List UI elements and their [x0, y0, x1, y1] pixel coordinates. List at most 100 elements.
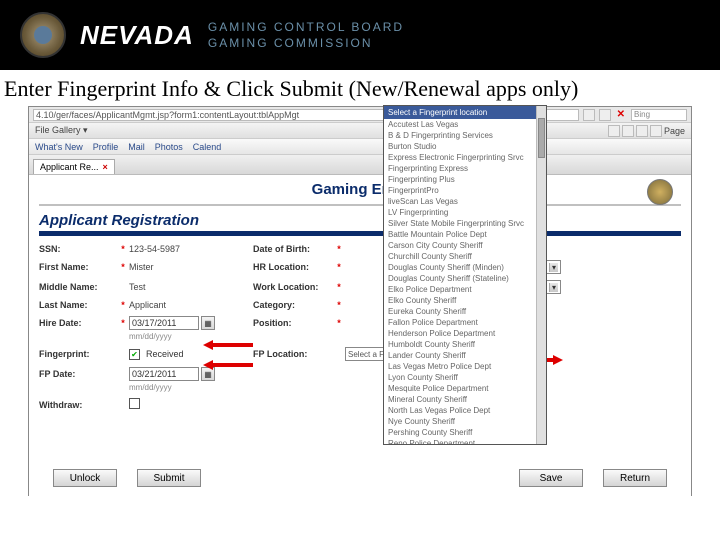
fpdate-label: FP Date:: [39, 369, 117, 379]
dropdown-item[interactable]: Reno Police Department: [384, 438, 546, 445]
page-tools[interactable]: Page: [664, 126, 685, 136]
dropdown-item[interactable]: Silver State Mobile Fingerprinting Srvc: [384, 218, 546, 229]
dropdown-item[interactable]: Douglas County Sheriff (Minden): [384, 262, 546, 273]
fp-date-field[interactable]: 03/21/2011: [129, 367, 199, 381]
search-engine-field[interactable]: Bing: [631, 109, 687, 121]
banner-nevada: NEVADA: [80, 20, 194, 51]
callout-arrow-left-1: [203, 340, 253, 350]
work-label: Work Location:: [253, 282, 333, 292]
dropdown-scrollbar[interactable]: [536, 106, 546, 444]
last-value: Applicant: [129, 300, 229, 310]
submit-button[interactable]: Submit: [137, 469, 201, 487]
nevada-badge-icon: [20, 12, 66, 58]
first-label: First Name:: [39, 262, 117, 272]
registration-form: SSN: * 123-54-5987 Date of Birth: * A110…: [39, 244, 681, 411]
dropdown-item[interactable]: Mesquite Police Department: [384, 383, 546, 394]
middle-value: Test: [129, 282, 229, 292]
dropdown-item[interactable]: Carson City County Sheriff: [384, 240, 546, 251]
first-value: Mister: [129, 262, 229, 272]
fp-location-label: FP Location:: [253, 349, 333, 359]
dropdown-item[interactable]: Lyon County Sheriff: [384, 372, 546, 383]
menu-file[interactable]: File Gallery ▾: [35, 125, 88, 136]
action-button-bar: Unlock Submit Save Return: [29, 469, 691, 487]
close-icon[interactable]: ×: [103, 162, 108, 172]
slide-banner: NEVADA GAMING CONTROL BOARD GAMING COMMI…: [0, 0, 720, 70]
toolbar-item[interactable]: Profile: [93, 142, 119, 152]
toolbar-item[interactable]: Mail: [128, 142, 145, 152]
dropdown-item[interactable]: liveScan Las Vegas: [384, 196, 546, 207]
position-label: Position:: [253, 318, 333, 328]
section-divider: [39, 231, 681, 236]
calendar-icon[interactable]: ▦: [201, 316, 215, 330]
mail-icon[interactable]: [636, 125, 648, 137]
dropdown-item[interactable]: Churchill County Sheriff: [384, 251, 546, 262]
dropdown-item[interactable]: Humboldt County Sheriff: [384, 339, 546, 350]
hire-label: Hire Date:: [39, 318, 117, 328]
date-hint: mm/dd/yyyy: [129, 383, 229, 392]
dropdown-item[interactable]: Battle Mountain Police Dept: [384, 229, 546, 240]
stop-icon[interactable]: ✕: [615, 109, 627, 120]
feed-icon[interactable]: [622, 125, 634, 137]
refresh-icon[interactable]: [583, 109, 595, 121]
dropdown-item[interactable]: FingerprintPro: [384, 185, 546, 196]
page-title: Enter Fingerprint Info & Click Submit (N…: [0, 70, 720, 106]
browser-menu-bar: File Gallery ▾ Page: [29, 123, 691, 139]
dropdown-item[interactable]: Mineral County Sheriff: [384, 394, 546, 405]
toolbar-item[interactable]: Photos: [155, 142, 183, 152]
state-seal-icon: [647, 179, 673, 205]
browser-url-bar: 4.10/ger/faces/ApplicantMgmt.jsp?form1:c…: [29, 107, 691, 123]
dropdown-item[interactable]: Lander County Sheriff: [384, 350, 546, 361]
home-icon[interactable]: [608, 125, 620, 137]
received-cell: ✔ Received: [129, 349, 229, 360]
ssn-value: 123-54-5987: [129, 244, 229, 254]
fp-label: Fingerprint:: [39, 349, 117, 359]
dropdown-item[interactable]: B & D Fingerprinting Services: [384, 130, 546, 141]
dropdown-item[interactable]: Fingerprinting Express: [384, 163, 546, 174]
save-button[interactable]: Save: [519, 469, 583, 487]
dropdown-item[interactable]: Pershing County Sheriff: [384, 427, 546, 438]
dropdown-item[interactable]: Fallon Police Department: [384, 317, 546, 328]
app-content: Gaming Empl Applicant Registration SSN: …: [29, 175, 691, 497]
withdraw-label: Withdraw:: [39, 400, 117, 410]
header-divider: [39, 204, 681, 206]
print-icon[interactable]: [650, 125, 662, 137]
withdraw-checkbox[interactable]: [129, 398, 140, 409]
received-label: Received: [146, 349, 184, 359]
site-toolbar: What's New Profile Mail Photos Calend: [29, 139, 691, 155]
dropdown-item[interactable]: Nye County Sheriff: [384, 416, 546, 427]
browser-tab[interactable]: Applicant Re... ×: [33, 159, 115, 174]
dropdown-item[interactable]: Express Electronic Fingerprinting Srvc: [384, 152, 546, 163]
toolbar-item[interactable]: Calend: [193, 142, 222, 152]
banner-line2: GAMING COMMISSION: [208, 36, 404, 50]
browser-tab-row: Applicant Re... ×: [29, 155, 691, 175]
fp-location-dropdown[interactable]: Select a Fingerprint location Accutest L…: [383, 105, 547, 445]
dropdown-item[interactable]: Elko Police Department: [384, 284, 546, 295]
dropdown-item[interactable]: Elko County Sheriff: [384, 295, 546, 306]
dropdown-item[interactable]: Henderson Police Department: [384, 328, 546, 339]
dropdown-item[interactable]: LV Fingerprinting: [384, 207, 546, 218]
dropdown-item[interactable]: Las Vegas Metro Police Dept: [384, 361, 546, 372]
dropdown-item[interactable]: Accutest Las Vegas: [384, 119, 546, 130]
received-checkbox[interactable]: ✔: [129, 349, 140, 360]
scrollbar-thumb[interactable]: [538, 118, 545, 158]
ssn-label: SSN:: [39, 244, 117, 254]
middle-label: Middle Name:: [39, 282, 117, 292]
hr-label: HR Location:: [253, 262, 333, 272]
callout-arrow-left-2: [203, 360, 253, 370]
unlock-button[interactable]: Unlock: [53, 469, 117, 487]
dropdown-item[interactable]: North Las Vegas Police Dept: [384, 405, 546, 416]
embedded-screenshot: 4.10/ger/faces/ApplicantMgmt.jsp?form1:c…: [28, 106, 692, 496]
dropdown-item[interactable]: Burton Studio: [384, 141, 546, 152]
toolbar-item[interactable]: What's New: [35, 142, 83, 152]
section-title: Applicant Registration: [39, 210, 681, 231]
dropdown-item[interactable]: Douglas County Sheriff (Stateline): [384, 273, 546, 284]
tab-label: Applicant Re...: [40, 162, 99, 172]
return-button[interactable]: Return: [603, 469, 667, 487]
category-label: Category:: [253, 300, 333, 310]
dob-label: Date of Birth:: [253, 244, 333, 254]
dropdown-item[interactable]: Eureka County Sheriff: [384, 306, 546, 317]
dropdown-item[interactable]: Fingerprinting Plus: [384, 174, 546, 185]
dropdown-header: Select a Fingerprint location: [384, 106, 546, 119]
nav-icon[interactable]: [599, 109, 611, 121]
hire-date-field[interactable]: 03/17/2011: [129, 316, 199, 330]
